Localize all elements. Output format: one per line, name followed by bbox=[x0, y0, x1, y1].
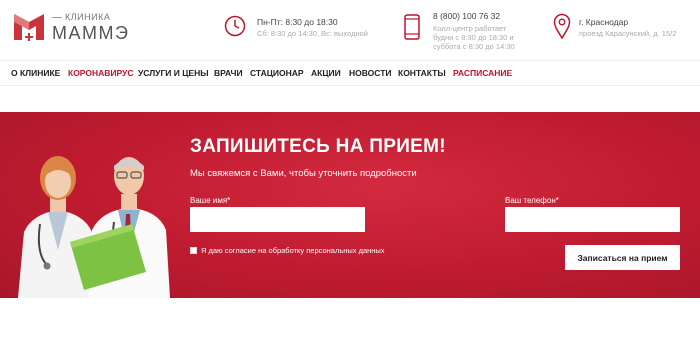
callcenter-line-1: Колл-центр работает bbox=[433, 24, 507, 33]
phone-input[interactable] bbox=[505, 207, 680, 232]
form-title: ЗАПИШИТЕСЬ НА ПРИЕМ! bbox=[190, 136, 446, 157]
nav-item-promotions[interactable]: АКЦИИ bbox=[311, 68, 341, 78]
nav-item-schedule[interactable]: РАСПИСАНИЕ bbox=[453, 68, 512, 78]
address-info: г. Краснодар проезд Карасунский, д. 15/2 bbox=[579, 17, 676, 38]
nav-item-services[interactable]: УСЛУГИ И ЦЕНЫ bbox=[138, 68, 209, 78]
main-navigation: О КЛИНИКЕ КОРОНАВИРУС УСЛУГИ И ЦЕНЫ ВРАЧ… bbox=[0, 60, 700, 86]
hours-weekdays: Пн-Пт: 8:30 до 18:30 bbox=[257, 17, 338, 27]
submit-appointment-button[interactable]: Записаться на прием bbox=[565, 245, 680, 270]
nav-item-hospital[interactable]: СТАЦИОНАР bbox=[250, 68, 304, 78]
appointment-banner: ЗАПИШИТЕСЬ НА ПРИЕМ! Мы свяжемся с Вами,… bbox=[0, 112, 700, 298]
consent-checkbox[interactable] bbox=[190, 247, 197, 254]
site-header: КЛИНИКА МАММЭ Пн-Пт: 8:30 до 18:30 Сб: 8… bbox=[0, 0, 700, 58]
address-street: проезд Карасунский, д. 15/2 bbox=[579, 29, 677, 38]
phone-icon bbox=[404, 14, 420, 40]
location-pin-icon bbox=[553, 13, 571, 39]
name-label: Ваше имя* bbox=[190, 196, 231, 205]
form-subtitle: Мы свяжемся с Вами, чтобы уточнить подро… bbox=[190, 168, 417, 179]
nav-item-news[interactable]: НОВОСТИ bbox=[349, 68, 392, 78]
nav-item-contacts[interactable]: КОНТАКТЫ bbox=[398, 68, 446, 78]
clinic-logo-icon[interactable] bbox=[12, 10, 46, 44]
address-city: г. Краснодар bbox=[579, 17, 629, 27]
nav-item-doctors[interactable]: ВРАЧИ bbox=[214, 68, 243, 78]
nav-item-coronavirus[interactable]: КОРОНАВИРУС bbox=[68, 68, 133, 78]
logo-title: МАММЭ bbox=[52, 23, 130, 43]
phone-label: Ваш телефон* bbox=[505, 196, 559, 205]
hours-info: Пн-Пт: 8:30 до 18:30 Сб: 8:30 до 14:30, … bbox=[257, 17, 368, 38]
phone-info: 8 (800) 100 76 32 Колл-центр работает бу… bbox=[433, 11, 515, 51]
name-input[interactable] bbox=[190, 207, 365, 232]
doctors-illustration bbox=[18, 156, 170, 298]
logo-text[interactable]: КЛИНИКА МАММЭ bbox=[52, 12, 129, 44]
clock-icon bbox=[224, 15, 246, 37]
nav-item-about[interactable]: О КЛИНИКЕ bbox=[11, 68, 60, 78]
callcenter-line-2: будни с 8:30 до 18:30 и bbox=[433, 33, 514, 42]
hours-weekend: Сб: 8:30 до 14:30, Вс: выходной bbox=[257, 29, 368, 38]
phone-number[interactable]: 8 (800) 100 76 32 bbox=[433, 11, 515, 21]
logo-subtitle: КЛИНИКА bbox=[65, 12, 111, 22]
consent-label: Я даю согласие на обработку персональных… bbox=[201, 246, 385, 255]
callcenter-line-3: суббота с 8:30 до 14:30 bbox=[433, 42, 515, 51]
